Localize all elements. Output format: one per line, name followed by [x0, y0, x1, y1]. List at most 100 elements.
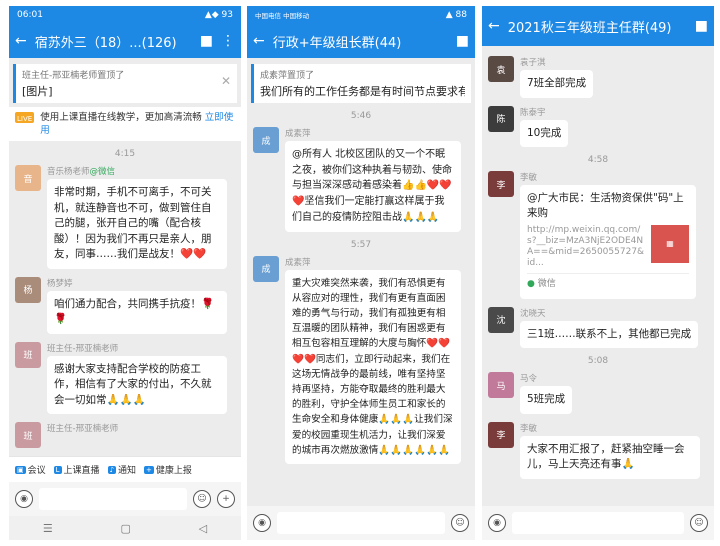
chat-title: 2021秋三年级班主任群(49): [507, 20, 672, 36]
message-bubble[interactable]: 三1班……联系不上，其他都已完成: [520, 320, 699, 348]
chat-panel-1: 06:01 ▲◆ 93 ← 宿苏外三（18）...(126) ■ ⋮ 班主任-邢…: [9, 6, 241, 540]
input-area: ▣ 会议 L 上课直播 ♪ 通知 + 健康上报 ◉ ☺ + ☰ ▢ ◁: [9, 456, 241, 540]
input-area: ◉ ☺: [247, 506, 475, 540]
message-input[interactable]: [277, 512, 445, 534]
sender-name: 陈泰宇: [520, 107, 546, 118]
sender-name: 杨梦婷: [47, 278, 73, 289]
message: 成 成素萍 重大灾难突然来袭，我们有恐惧更有从容应对的理性，我们有更有直面困难的…: [247, 255, 475, 464]
chat-panel-3: ← 2021秋三年级班主任群(49) ■ 袁 袁子淇 7班全部完成 陈 陈泰宇 …: [482, 6, 714, 540]
back-arrow-icon[interactable]: ←: [488, 18, 500, 34]
message-bubble[interactable]: 重大灾难突然来袭，我们有恐惧更有从容应对的理性，我们有更有直面困难的勇气与行动，…: [285, 269, 461, 464]
wechat-icon: ●: [527, 279, 535, 289]
link-card[interactable]: @广大市民：生活物资保供"码"上来购 http://mp.weixin.qq.c…: [520, 185, 696, 299]
live-banner[interactable]: LIVE 使用上课直播在线教学，更加高清流畅 立即使用: [9, 107, 241, 141]
message: 班 班主任-邢亚楠老师: [9, 422, 241, 448]
close-icon[interactable]: ✕: [221, 74, 231, 88]
sender-name: 班主任-邢亚楠老师: [47, 343, 119, 354]
back-arrow-icon[interactable]: ←: [253, 33, 265, 49]
message-input[interactable]: [39, 488, 187, 510]
video-call-icon[interactable]: ■: [200, 33, 213, 49]
message-bubble[interactable]: 7班全部完成: [520, 70, 594, 98]
message: 袁 袁子淇 7班全部完成: [482, 56, 714, 98]
back-nav-icon[interactable]: ◁: [199, 522, 207, 535]
link-url: http://mp.weixin.qq.com/s?__biz=MzA3NjE2…: [527, 225, 645, 268]
sender-name: 班主任-邢亚楠老师: [47, 424, 119, 434]
system-nav-bar: ☰ ▢ ◁: [9, 516, 241, 540]
video-call-icon[interactable]: ■: [695, 18, 708, 34]
emoji-icon[interactable]: ☺: [193, 490, 211, 508]
avatar[interactable]: 陈: [488, 105, 514, 132]
avatar[interactable]: 音: [15, 165, 41, 191]
link-title: @广大市民：生活物资保供"码"上来购: [527, 192, 684, 219]
chat-title: 行政+年级组长群(44): [272, 35, 402, 51]
link-thumbnail: ▦: [651, 225, 689, 263]
sender-name: 沈晓天: [520, 308, 546, 319]
live-class-button[interactable]: L 上课直播: [53, 463, 100, 476]
voice-icon[interactable]: ◉: [15, 490, 33, 508]
more-icon[interactable]: ⋮: [221, 33, 235, 49]
timestamp: 4:15: [114, 149, 136, 159]
sender-name: 李敏: [520, 173, 538, 183]
avatar[interactable]: 李: [488, 171, 514, 197]
avatar[interactable]: 杨: [15, 276, 41, 303]
voice-icon[interactable]: ◉: [488, 514, 506, 532]
screenshot-collage: 06:01 ▲◆ 93 ← 宿苏外三（18）...(126) ■ ⋮ 班主任-邢…: [0, 0, 720, 546]
menu-nav-icon[interactable]: ☰: [43, 522, 53, 535]
notice-button[interactable]: ♪ 通知: [107, 463, 136, 476]
avatar[interactable]: 成: [253, 127, 279, 153]
avatar[interactable]: 班: [15, 422, 41, 448]
avatar[interactable]: 班: [15, 341, 41, 368]
message: 沈 沈晓天 三1班……联系不上，其他都已完成: [482, 306, 714, 348]
message: 李 李敏 @广大市民：生活物资保供"码"上来购 http://mp.weixin…: [482, 171, 714, 299]
emoji-icon[interactable]: ☺: [451, 514, 469, 532]
message-bubble[interactable]: 非常时期，手机不可离手，不可关机，就连静音也不可，做到管住自己的腿，张开自己的嘴…: [47, 179, 227, 269]
message: 马 马令 5班完成: [482, 372, 714, 414]
chat-panel-2: 中国电信 中国移动 ▲ 88 ← 行政+年级组长群(44) ■ 成素萍置顶了 我…: [247, 6, 475, 540]
message-bubble[interactable]: @所有人 北校区团队的又一个不眠之夜，被你们这种执着与韧劲、使命与担当深深感动着…: [285, 141, 461, 232]
sender-name: 马令: [520, 374, 538, 384]
status-carrier: 中国电信 中国移动: [255, 12, 310, 20]
pinned-message[interactable]: 班主任-邢亚楠老师置顶了 [图片] ✕: [13, 64, 237, 103]
pinned-message[interactable]: 成素萍置顶了 我们所有的工作任务都是有时间节点要求有...: [251, 64, 471, 103]
sender-name: 李敏: [520, 423, 538, 434]
status-indicators: ▲ 88: [445, 10, 467, 20]
chat-header: ← 宿苏外三（18）...(126) ■ ⋮: [9, 24, 241, 58]
message-bubble[interactable]: 咱们通力配合，共同携手抗疫！🌹🌹: [47, 290, 227, 334]
pin-content: [图片]: [22, 85, 53, 98]
avatar[interactable]: 成: [253, 255, 279, 282]
avatar[interactable]: 沈: [488, 306, 514, 333]
avatar[interactable]: 袁: [488, 56, 514, 82]
home-nav-icon[interactable]: ▢: [121, 522, 131, 535]
chat-header: ← 2021秋三年级班主任群(49) ■: [482, 6, 714, 46]
message-bubble[interactable]: 感谢大家支持配合学校的防疫工作，相信有了大家的付出，不久就会一切如常🙏🙏🙏: [47, 355, 227, 414]
timestamp: 4:58: [587, 155, 609, 165]
message-bubble[interactable]: 5班完成: [520, 386, 573, 414]
status-time: 06:01: [17, 10, 43, 20]
plus-icon[interactable]: +: [217, 490, 235, 508]
live-text: 使用上课直播在线教学，更加高清流畅: [40, 112, 202, 123]
message: 成 成素萍 @所有人 北校区团队的又一个不眠之夜，被你们这种执着与韧劲、使命与担…: [247, 127, 475, 232]
link-source: 微信: [537, 279, 556, 289]
message-input[interactable]: [512, 512, 684, 534]
back-arrow-icon[interactable]: ←: [15, 33, 27, 49]
meeting-button[interactable]: ▣ 会议: [15, 463, 46, 476]
message: 陈 陈泰宇 10完成: [482, 105, 714, 147]
sender-name: 袁子淇: [520, 58, 546, 68]
status-bar: 中国电信 中国移动 ▲ 88: [247, 6, 475, 24]
pin-author: 成素萍置顶了: [260, 71, 315, 81]
health-report-button[interactable]: + 健康上报: [144, 463, 192, 476]
voice-icon[interactable]: ◉: [253, 514, 271, 532]
emoji-icon[interactable]: ☺: [690, 514, 708, 532]
timestamp: 5:46: [350, 111, 372, 121]
input-area: ◉ ☺: [482, 506, 714, 540]
message-bubble[interactable]: 10完成: [520, 119, 569, 147]
quick-tools: ▣ 会议 L 上课直播 ♪ 通知 + 健康上报: [9, 456, 241, 482]
video-call-icon[interactable]: ■: [456, 33, 469, 49]
pin-content: 我们所有的工作任务都是有时间节点要求有...: [260, 85, 465, 98]
avatar[interactable]: 马: [488, 372, 514, 398]
message-bubble[interactable]: 大家不用汇报了，赶紧抽空睡一会儿，马上天亮还有事🙏: [520, 435, 700, 479]
avatar[interactable]: 李: [488, 421, 514, 448]
chat-title: 宿苏外三（18）...(126): [34, 35, 177, 51]
sender-name: 音乐杨老师: [47, 167, 90, 177]
pin-author: 班主任-邢亚楠老师置顶了: [22, 71, 125, 81]
